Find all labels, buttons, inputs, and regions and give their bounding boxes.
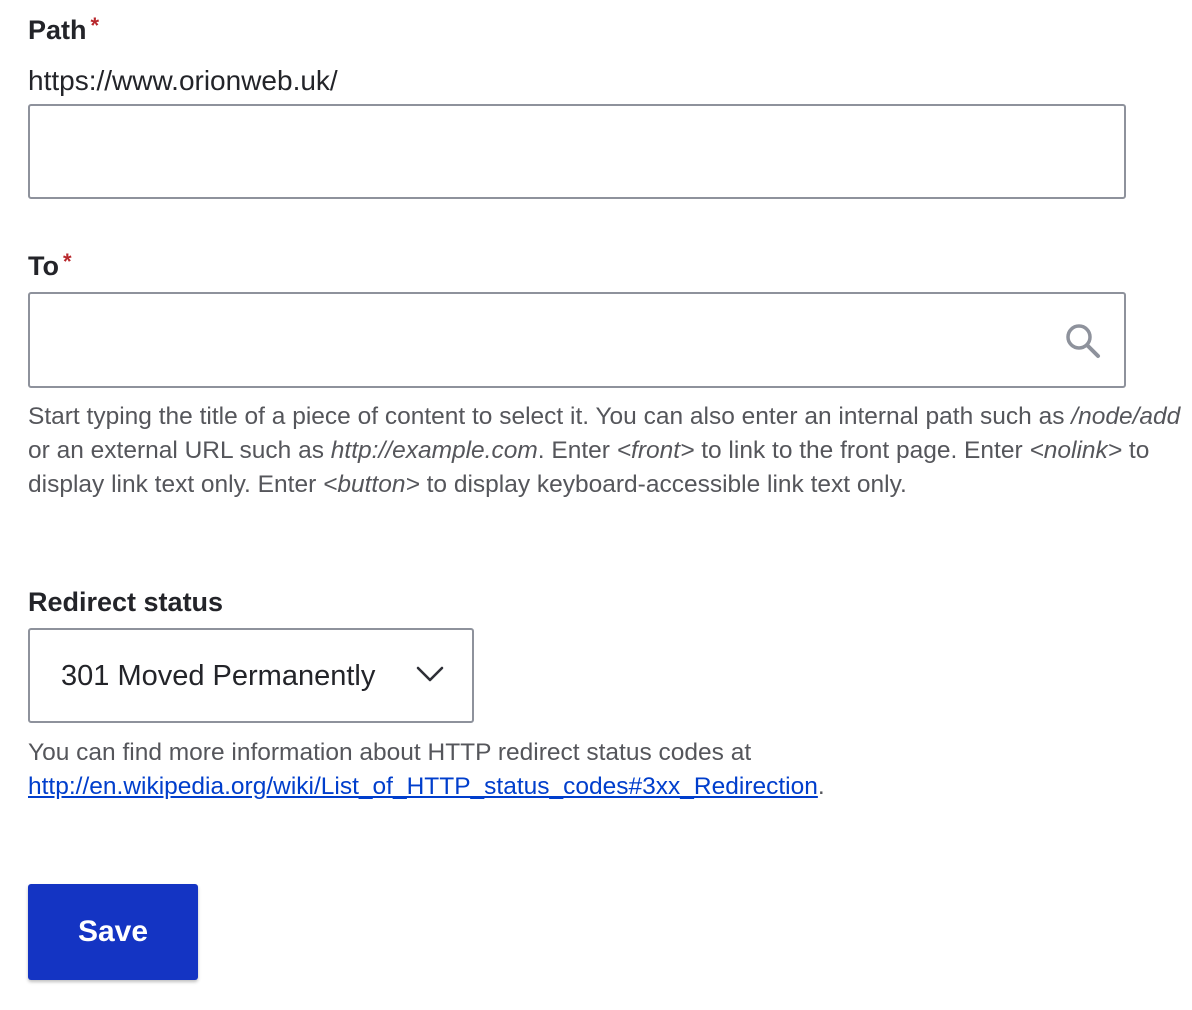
to-description-text: or an external URL such as — [28, 437, 331, 464]
redirect-status-description-period: . — [817, 773, 825, 800]
to-description-text: to link to the front page. Enter — [694, 437, 1030, 464]
path-label-text: Path — [28, 15, 87, 45]
to-label: To * — [28, 249, 72, 284]
wikipedia-status-codes-link[interactable]: http://en.wikipedia.org/wiki/List_of_HTT… — [28, 773, 818, 800]
redirect-form: Path * https://www.orionweb.uk/ To * Start… — [0, 0, 1192, 1010]
to-label-text: To — [28, 251, 59, 281]
to-description: Start typing the title of a piece of con… — [28, 400, 1188, 502]
redirect-status-description-text: You can find more information about HTTP… — [28, 739, 752, 766]
to-description-example: /node/add — [1071, 403, 1181, 430]
to-description-text: Start typing the title of a piece of con… — [28, 403, 1072, 430]
save-button[interactable]: Save — [28, 884, 198, 980]
redirect-status-selected-value: 301 Moved Permanently — [61, 660, 376, 692]
path-input[interactable] — [28, 104, 1126, 199]
to-description-example: <button> — [323, 471, 420, 498]
path-prefix: https://www.orionweb.uk/ — [28, 65, 338, 96]
to-autocomplete-input[interactable] — [28, 292, 1126, 388]
chevron-down-icon — [416, 666, 444, 682]
path-required-marker: * — [90, 13, 100, 38]
to-description-text: . Enter — [537, 437, 617, 464]
search-icon — [1066, 324, 1100, 358]
path-label: Path * — [28, 13, 100, 48]
to-required-marker: * — [62, 249, 72, 274]
redirect-status-label: Redirect status — [28, 587, 224, 617]
to-description-example: <nolink> — [1029, 437, 1123, 464]
to-description-example: http://example.com — [330, 437, 538, 464]
to-description-example: <front> — [616, 437, 695, 464]
redirect-status-select[interactable]: 301 Moved Permanently — [28, 628, 474, 723]
redirect-status-description: You can find more information about HTTP… — [28, 736, 1188, 804]
to-description-text: to display keyboard-accessible link text… — [419, 471, 907, 498]
